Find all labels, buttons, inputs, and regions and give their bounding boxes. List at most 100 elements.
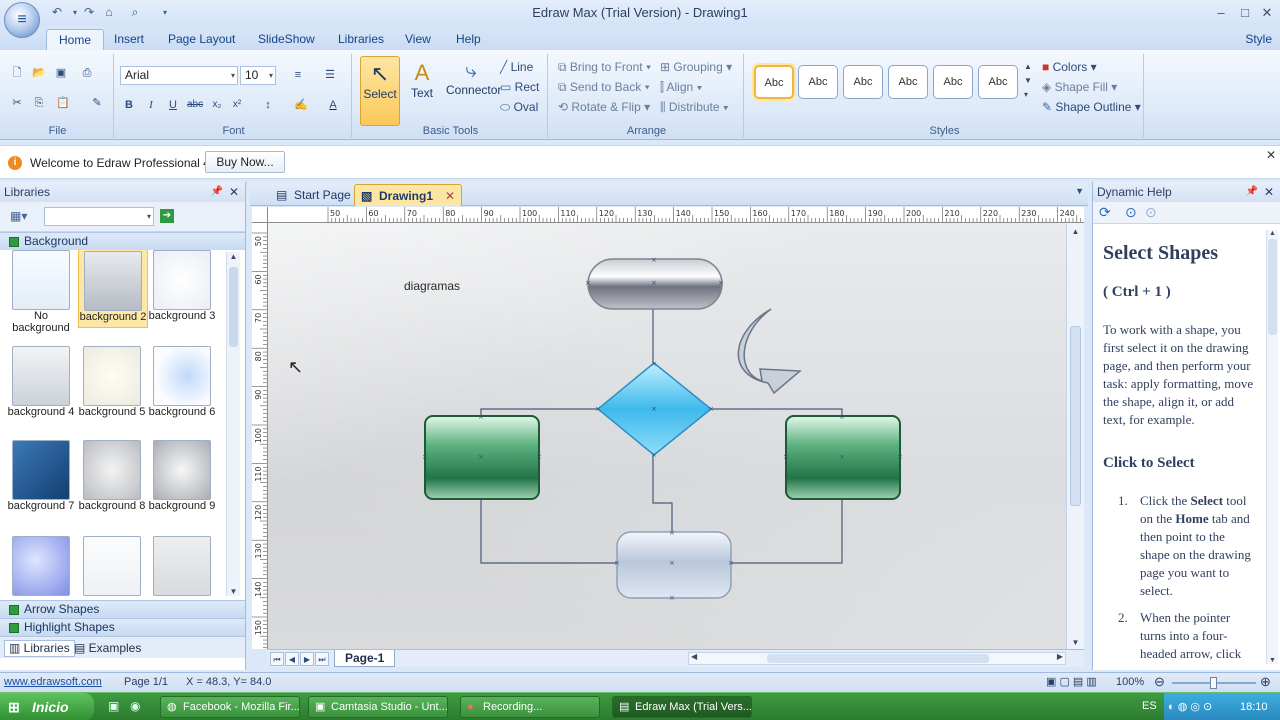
library-item-background-3[interactable]: background 3: [146, 250, 218, 322]
shape-fill-button[interactable]: ◈ Shape Fill ▾: [1042, 77, 1117, 97]
scroll-down-icon[interactable]: ▼: [227, 587, 240, 596]
minimize-button[interactable]: –: [1210, 4, 1232, 22]
connector-tool-button[interactable]: ⤷ Connector: [446, 56, 501, 126]
tab-slideshow[interactable]: SlideShow: [246, 29, 327, 50]
category-highlight-shapes-header[interactable]: Highlight Shapes: [0, 618, 245, 636]
distribute-button[interactable]: ⫼ Distribute ▾: [660, 97, 729, 117]
italic-icon[interactable]: I: [142, 96, 160, 114]
connector-left[interactable]: [480, 408, 598, 416]
library-scrollbar[interactable]: ▲ ▼: [226, 252, 240, 596]
help-scroll-up-icon[interactable]: ▲: [1267, 230, 1278, 237]
library-item-background-9[interactable]: background 9: [146, 440, 218, 512]
styles-scroll-icon[interactable]: ▲ ▼ ▾: [1024, 60, 1032, 102]
library-item-background-6[interactable]: background 6: [146, 346, 218, 418]
maximize-button[interactable]: □: [1234, 4, 1256, 22]
hscroll-thumb[interactable]: [767, 654, 989, 663]
copy-icon[interactable]: ⎘: [30, 94, 48, 112]
library-item-extra-2[interactable]: [83, 536, 141, 596]
paste-icon[interactable]: 📋: [54, 94, 72, 112]
line-spacing-icon[interactable]: ↕: [256, 96, 280, 114]
colors-button[interactable]: ■ Colors ▾: [1042, 57, 1097, 77]
help-scroll-thumb[interactable]: [1268, 239, 1277, 335]
tab-insert[interactable]: Insert: [102, 29, 156, 50]
bullets-icon[interactable]: ☰: [316, 66, 344, 84]
close-button[interactable]: ✕: [1256, 4, 1278, 22]
select-tool-button[interactable]: ↖ Select: [360, 56, 400, 126]
grouping-button[interactable]: ⊞ Grouping ▾: [660, 57, 732, 77]
language-indicator[interactable]: ES: [1142, 700, 1157, 712]
hscroll-right-icon[interactable]: ▶: [1057, 652, 1063, 661]
library-item-background-8[interactable]: background 8: [76, 440, 148, 512]
align-left-icon[interactable]: ≡: [284, 66, 312, 84]
style-swatch-1[interactable]: Abc: [754, 65, 794, 99]
quicklaunch-icon-2[interactable]: ◉: [130, 699, 140, 713]
task-firefox[interactable]: ◍ Facebook - Mozilla Fir...: [160, 696, 300, 718]
text-tool-button[interactable]: A Text: [402, 56, 442, 126]
vscroll-thumb[interactable]: [1070, 326, 1081, 506]
line-tool-button[interactable]: ╱ Line: [500, 57, 533, 77]
save-icon[interactable]: ▣: [52, 64, 70, 82]
style-swatch-5[interactable]: Abc: [933, 65, 973, 99]
task-edraw[interactable]: ▤ Edraw Max (Trial Vers...: [612, 696, 752, 718]
library-menu-icon[interactable]: ▦▾: [10, 209, 27, 223]
highlight-color-icon[interactable]: ✍: [288, 96, 314, 114]
tab-drawing1[interactable]: ▧ Drawing1 ✕: [354, 184, 463, 207]
align-button[interactable]: ⫿ Align ▾: [660, 77, 702, 97]
category-background-header[interactable]: Background: [0, 232, 245, 250]
next-page-icon[interactable]: ▶: [300, 652, 314, 666]
first-page-icon[interactable]: ⏮: [270, 652, 284, 666]
print-icon[interactable]: ⎙: [78, 64, 96, 82]
library-item-background-7[interactable]: background 7: [5, 440, 77, 512]
library-item-background-5[interactable]: background 5: [76, 346, 148, 418]
tab-examples[interactable]: ▤ Examples: [74, 640, 141, 657]
tab-close-icon[interactable]: ✕: [445, 185, 455, 207]
help-pin-icon[interactable]: 📌: [1246, 182, 1258, 202]
connector-bottom[interactable]: [652, 455, 673, 532]
tab-libraries-bottom[interactable]: ▥ Libraries: [4, 640, 75, 657]
canvas-vertical-scrollbar[interactable]: ▲ ▼: [1066, 223, 1084, 649]
task-camtasia[interactable]: ▣ Camtasia Studio - Unt...: [308, 696, 448, 718]
tab-view[interactable]: View: [393, 29, 443, 50]
canvas-horizontal-scrollbar[interactable]: ◀ ▶: [688, 652, 1066, 665]
library-scroll-thumb[interactable]: [229, 267, 238, 347]
last-page-icon[interactable]: ⏭: [315, 652, 329, 666]
library-item-extra-1[interactable]: [12, 536, 70, 596]
new-icon[interactable]: 🗋: [8, 64, 26, 82]
style-swatch-4[interactable]: Abc: [888, 65, 928, 99]
tab-list-icon[interactable]: ▼: [1075, 186, 1084, 196]
help-forward-icon[interactable]: ⊙: [1145, 204, 1157, 221]
rotate-flip-button[interactable]: ⟲ Rotate & Flip ▾: [558, 97, 650, 117]
subscript-icon[interactable]: x₂: [208, 96, 226, 114]
view-mode-icons[interactable]: ▣ ▢ ▤ ▥: [1046, 675, 1097, 688]
zoom-in-icon[interactable]: ⊕: [1260, 674, 1271, 690]
pin-icon[interactable]: 📌: [211, 182, 223, 202]
quicklaunch-icon-1[interactable]: ▣: [108, 699, 119, 713]
task-recording[interactable]: ● Recording...: [460, 696, 600, 718]
help-scroll-down-icon[interactable]: ▼: [1267, 657, 1278, 664]
vscroll-up-icon[interactable]: ▲: [1067, 227, 1084, 236]
help-back-icon[interactable]: ⊙: [1125, 204, 1137, 221]
zoom-slider-thumb[interactable]: [1210, 677, 1217, 689]
zoom-out-icon[interactable]: ⊖: [1154, 674, 1165, 690]
start-button[interactable]: ⊞ Inicio: [0, 693, 94, 720]
style-swatch-6[interactable]: Abc: [978, 65, 1018, 99]
tab-page-layout[interactable]: Page Layout: [156, 29, 247, 50]
library-item-extra-3[interactable]: [153, 536, 211, 596]
shape-outline-button[interactable]: ✎ Shape Outline ▾: [1042, 97, 1141, 117]
vscroll-down-icon[interactable]: ▼: [1067, 638, 1084, 647]
superscript-icon[interactable]: x²: [228, 96, 246, 114]
help-refresh-icon[interactable]: ⟳: [1099, 204, 1111, 221]
help-scrollbar[interactable]: ▲ ▼: [1266, 230, 1278, 664]
tab-libraries[interactable]: Libraries: [326, 29, 396, 50]
library-item-background-4[interactable]: background 4: [5, 346, 77, 418]
app-menu-button[interactable]: ≡: [4, 2, 40, 38]
hscroll-left-icon[interactable]: ◀: [691, 652, 697, 661]
library-search-combo[interactable]: ▾: [44, 207, 154, 226]
oval-tool-button[interactable]: ⬭ Oval: [500, 97, 538, 117]
tray-icons[interactable]: ◐ ◍ ◎ ⊙: [1168, 693, 1212, 720]
style-swatch-3[interactable]: Abc: [843, 65, 883, 99]
font-name-combo[interactable]: Arial ▾: [120, 66, 238, 85]
connector-right-bottom[interactable]: [731, 499, 843, 564]
connector-right[interactable]: [711, 408, 843, 416]
bring-to-front-button[interactable]: ⧉ Bring to Front ▾: [558, 57, 651, 77]
